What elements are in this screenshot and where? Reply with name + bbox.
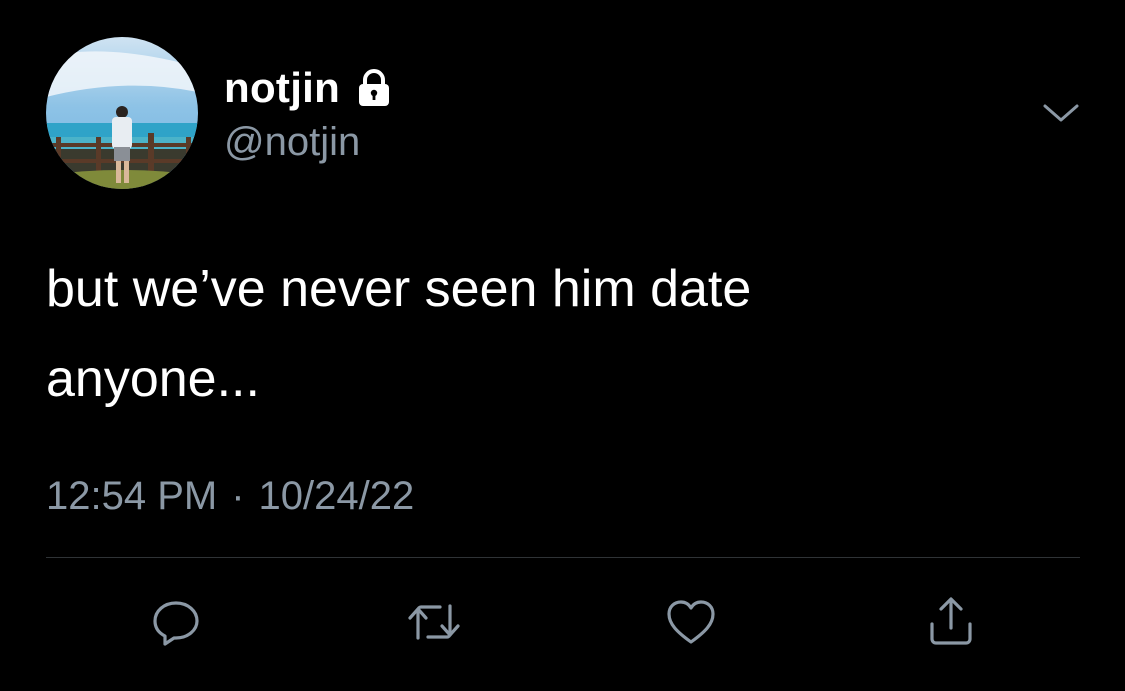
tweet-text: but we’ve never seen him date anyone... <box>46 260 752 408</box>
retweet-button[interactable] <box>404 592 464 652</box>
timestamp-separator: · <box>231 474 245 518</box>
tweet-date: 10/24/22 <box>258 474 415 518</box>
divider <box>46 557 1080 558</box>
share-icon <box>923 594 979 650</box>
chevron-down-icon[interactable] <box>1038 98 1084 128</box>
avatar[interactable] <box>46 37 198 189</box>
heart-icon <box>663 594 719 650</box>
user-handle[interactable]: @notjin <box>224 118 360 166</box>
tweet-timestamp[interactable]: 12:54 PM · 10/24/22 <box>46 470 414 522</box>
tweet-time: 12:54 PM <box>46 474 218 518</box>
display-name[interactable]: notjin <box>224 64 340 112</box>
display-name-row[interactable]: notjin <box>224 64 394 112</box>
tweet-card: notjin @notjin but we’ve never seen him … <box>0 0 1125 691</box>
lock-icon <box>354 68 394 108</box>
reply-button[interactable] <box>146 592 206 652</box>
retweet-icon <box>404 594 464 650</box>
like-button[interactable] <box>661 592 721 652</box>
share-button[interactable] <box>921 592 981 652</box>
reply-icon <box>148 594 204 650</box>
